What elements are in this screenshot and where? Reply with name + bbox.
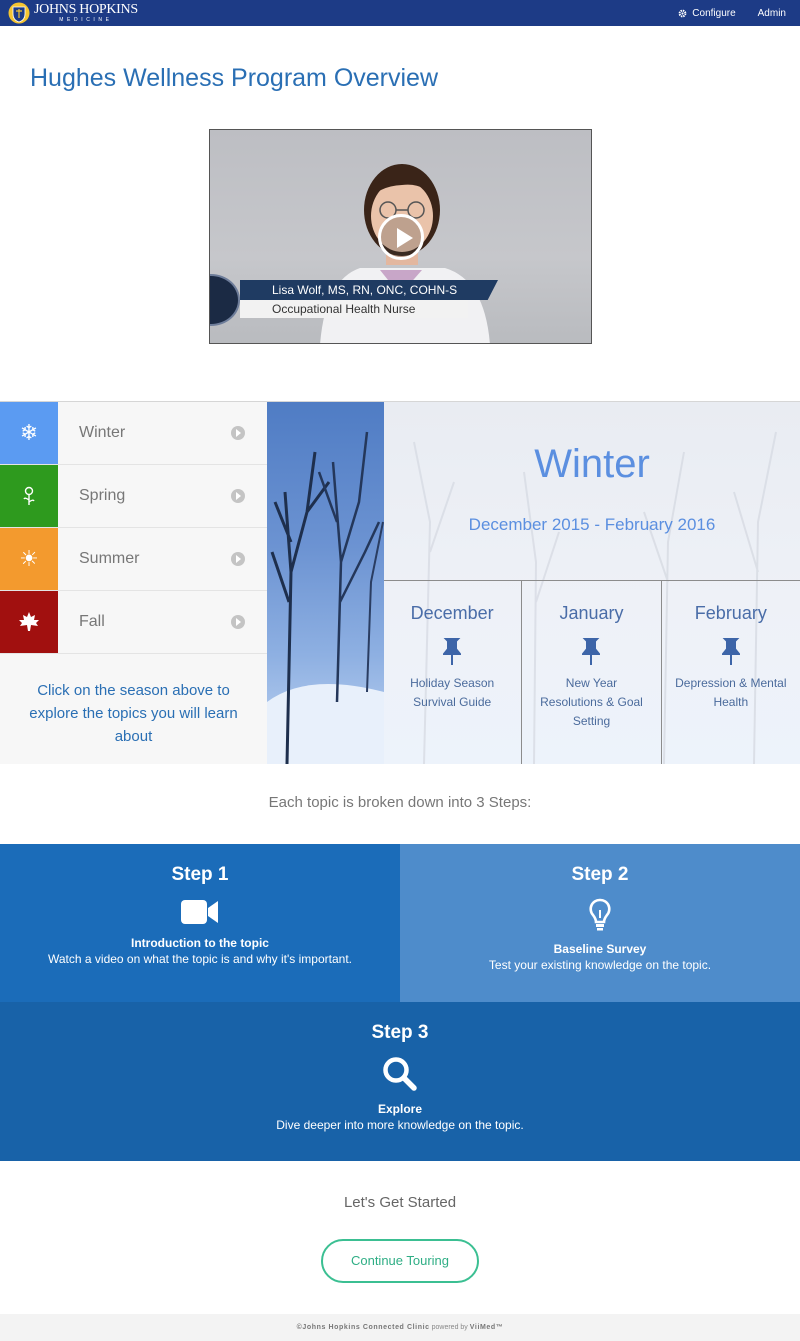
month-name: January [559,603,624,623]
step-3-card: Step 3 Explore Dive deeper into more kno… [0,1002,800,1161]
month-december[interactable]: December Holiday Season Survival Guide [384,581,521,764]
month-name: December [410,603,494,623]
step-heading: Step 1 [171,864,229,885]
season-date-range: December 2015 - February 2016 [468,515,716,534]
step-title: Explore [377,1102,422,1116]
step-title: Baseline Survey [553,942,647,956]
month-name: February [694,603,767,623]
shield-logo-icon [8,2,30,24]
chevron-right-icon [231,489,245,503]
caption-badge [210,274,240,326]
season-hint: Click on the season above to explore the… [29,682,238,745]
month-topics: December Holiday Season Survival Guide J… [384,580,800,764]
season-title: Winter [534,442,650,486]
step-description: Test your existing knowledge on the topi… [488,958,712,972]
logo-title: JOHNS HOPKINS [34,2,138,17]
johns-hopkins-logo[interactable]: JOHNS HOPKINS MEDICINE [8,2,138,24]
season-list: ❄ Winter Spring ☀ Summer Fall Click on t… [0,402,267,764]
month-topic: Holiday Season Survival Guide [410,676,495,709]
pushpin-icon [582,638,601,665]
configure-link[interactable]: Configure [678,7,736,19]
season-label: Summer [79,550,140,567]
video-camera-icon [181,900,218,924]
season-item-winter[interactable]: ❄ Winter [0,402,267,465]
logo-subtitle: MEDICINE [59,17,113,23]
month-topic: Depression & Mental Health [675,676,787,709]
winter-trees-image [267,402,384,764]
configure-label: Configure [692,7,736,19]
step-heading: Step 3 [371,1022,429,1043]
maple-leaf-icon [0,591,58,653]
month-january[interactable]: January New Year Resolutions & Goal Sett… [521,581,660,764]
footer-powered-by: powered by [431,1324,468,1331]
season-item-spring[interactable]: Spring [0,465,267,528]
step-description: Watch a video on what the topic is and w… [48,952,352,966]
lightbulb-icon [589,898,611,931]
step-title: Introduction to the topic [131,936,269,950]
top-navbar: JOHNS HOPKINS MEDICINE Configure Admin [0,0,800,26]
pushpin-icon [443,638,462,665]
sprout-icon [0,465,58,527]
footer-vendor-link[interactable]: ViiMed™ [470,1324,504,1331]
chevron-right-icon [231,426,245,440]
season-item-summer[interactable]: ☀ Summer [0,528,267,591]
seasons-section: ❄ Winter Spring ☀ Summer Fall Click on t… [0,401,800,764]
get-started-heading: Let's Get Started [343,1194,457,1211]
presenter-role: Occupational Health Nurse [240,300,468,318]
footer-copyright: ©Johns Hopkins Connected Clinic [296,1324,430,1331]
snowflake-icon: ❄ [0,402,58,464]
month-february[interactable]: February Depression & Mental Health [660,581,800,764]
admin-label: Admin [757,7,786,19]
sun-icon: ☀ [0,528,58,590]
season-label: Winter [79,424,126,441]
step-2-card: Step 2 Baseline Survey Test your existin… [400,844,800,1002]
pushpin-icon [721,638,740,665]
search-icon [383,1057,417,1091]
continue-touring-button[interactable]: Continue Touring [321,1239,479,1283]
intro-video-player[interactable]: Lisa Wolf, MS, RN, ONC, COHN-S Occupatio… [209,129,592,344]
presenter-caption: Lisa Wolf, MS, RN, ONC, COHN-S Occupatio… [210,274,510,326]
winter-detail-panel: Winter December 2015 - February 2016 Dec… [384,402,800,764]
step-heading: Step 2 [571,864,629,885]
season-item-fall[interactable]: Fall [0,591,267,654]
season-label: Fall [79,613,105,630]
page-title: Hughes Wellness Program Overview [30,64,439,92]
presenter-name: Lisa Wolf, MS, RN, ONC, COHN-S [240,280,498,300]
footer: ©Johns Hopkins Connected Clinic powered … [0,1314,800,1341]
steps-intro: Each topic is broken down into 3 Steps: [268,794,532,811]
chevron-right-icon [231,552,245,566]
chevron-right-icon [231,615,245,629]
play-icon[interactable] [378,214,424,260]
month-topic: New Year Resolutions & Goal Setting [540,676,643,728]
step-description: Dive deeper into more knowledge on the t… [276,1118,524,1132]
step-1-card: Step 1 Introduction to the topic Watch a… [0,844,400,1002]
admin-link[interactable]: Admin [758,8,786,19]
gear-icon [678,9,687,17]
season-label: Spring [79,487,126,504]
